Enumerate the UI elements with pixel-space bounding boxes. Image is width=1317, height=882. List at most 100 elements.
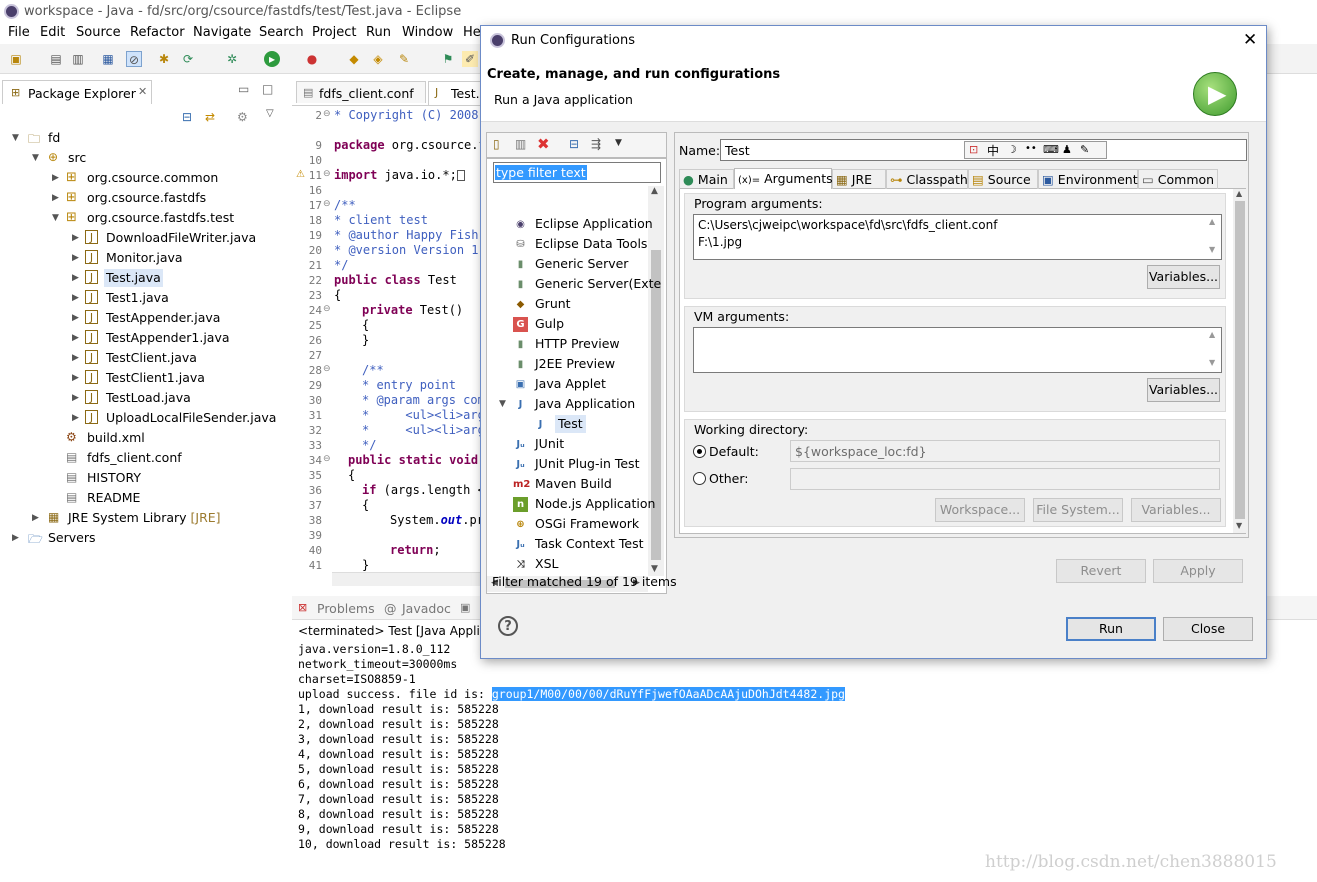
keyboard-icon[interactable]: ⌨ (1043, 143, 1059, 156)
tab-environment[interactable]: ▣ Environment (1038, 169, 1138, 189)
collapse-arrow-icon[interactable]: ▶ (72, 353, 79, 363)
duplicate-icon[interactable]: ▥ (515, 137, 526, 151)
code-line[interactable]: * <ul><li>arg (362, 408, 485, 422)
open-type-icon[interactable]: ◆ (346, 51, 362, 67)
tree-item-file[interactable]: fdfs_client.conf (87, 449, 182, 467)
config-type-item[interactable]: JUnit (535, 435, 564, 453)
vertical-scrollbar[interactable]: ▲ ▼ (648, 186, 664, 576)
menu-source[interactable]: Source (76, 25, 121, 40)
tab-main[interactable]: ● Main (679, 169, 734, 189)
code-line[interactable]: * @version Version 1. (334, 243, 486, 257)
chevron-up-icon[interactable]: ▲ (1209, 217, 1215, 226)
config-type-item[interactable]: JUnit Plug-in Test (535, 455, 639, 473)
fold-icon[interactable]: ⊖ (323, 304, 331, 314)
config-type-item[interactable]: Eclipse Data Tools (535, 235, 647, 253)
vm-variables-button[interactable]: Variables... (1147, 378, 1220, 402)
tree-item-jre[interactable]: JRE System Library [JRE] (68, 509, 221, 527)
code-line[interactable]: { (362, 318, 369, 332)
close-icon[interactable]: ✕ (1243, 30, 1257, 50)
save-icon[interactable]: ▤ (48, 51, 64, 67)
fold-icon[interactable]: ⊖ (323, 199, 331, 209)
run-icon[interactable]: ▸ (264, 51, 280, 67)
menu-edit[interactable]: Edit (40, 25, 65, 40)
program-variables-button[interactable]: Variables... (1147, 265, 1220, 289)
tree-item-file[interactable]: README (87, 489, 140, 507)
chevron-down-icon[interactable]: ▼ (615, 138, 622, 148)
chevron-down-icon[interactable]: ▼ (1236, 521, 1242, 530)
config-item-test[interactable]: Test (555, 415, 586, 433)
expand-arrow-icon[interactable]: ▼ (12, 133, 19, 143)
link-editor-icon[interactable]: ⇄ (205, 110, 215, 124)
tree-item-java-file[interactable]: TestAppender.java (106, 309, 220, 327)
vm-arguments-input[interactable]: ▲ ▼ (693, 327, 1222, 373)
code-line[interactable]: */ (362, 438, 376, 452)
menu-project[interactable]: Project (312, 25, 356, 40)
delete-icon[interactable]: ✖ (537, 135, 550, 153)
tab-arguments[interactable]: (x)= Arguments (734, 168, 833, 190)
editor-tab-conf[interactable]: ▤ fdfs_client.conf (296, 81, 426, 103)
menu-search[interactable]: Search (259, 25, 304, 40)
upload-file-id[interactable]: group1/M00/00/00/dRuYfFjwefOAaADcAAjuDOh… (491, 687, 845, 701)
chevron-up-icon[interactable]: ▲ (651, 186, 658, 196)
chevron-down-icon[interactable]: ▼ (1209, 358, 1215, 367)
chevron-down-icon[interactable]: ▼ (651, 564, 658, 574)
collapse-arrow-icon[interactable]: ▶ (72, 233, 79, 243)
highlight-icon[interactable]: ✐ (462, 51, 478, 67)
workspace-button[interactable]: Workspace... (935, 498, 1025, 522)
code-line[interactable]: /** (334, 198, 356, 212)
tab-source[interactable]: ▤ Source (968, 169, 1038, 189)
collapse-arrow-icon[interactable]: ▶ (72, 273, 79, 283)
config-type-item[interactable]: Eclipse Application (535, 215, 653, 233)
package-explorer-tab[interactable]: ⊞ Package Explorer ✕ (2, 80, 152, 104)
collapse-arrow-icon[interactable]: ▶ (52, 173, 59, 183)
user-icon[interactable]: ♟ (1062, 143, 1072, 156)
punctuation-icon[interactable]: •• (1025, 143, 1037, 154)
close-button[interactable]: Close (1163, 617, 1253, 641)
code-line[interactable]: { (362, 498, 369, 512)
working-dir-variables-button[interactable]: Variables... (1131, 498, 1221, 522)
collapse-arrow-icon[interactable]: ▶ (72, 393, 79, 403)
debug-icon[interactable]: ✲ (224, 51, 240, 67)
vertical-scrollbar[interactable]: ▲ ▼ (1233, 189, 1247, 533)
filter-icon[interactable]: ⇶ (591, 137, 601, 151)
config-type-item[interactable]: HTTP Preview (535, 335, 620, 353)
other-directory-input[interactable] (790, 468, 1220, 490)
code-line[interactable]: * entry point (362, 378, 456, 392)
chevron-up-icon[interactable]: ▲ (1209, 330, 1215, 339)
code-line[interactable]: public class Test (334, 273, 457, 287)
ime-logo-icon[interactable]: ⊡ (969, 143, 978, 156)
view-menu-icon[interactable]: ▽ (266, 108, 274, 119)
collapse-arrow-icon[interactable]: ▶ (72, 413, 79, 423)
collapse-arrow-icon[interactable]: ▶ (72, 253, 79, 263)
config-type-item[interactable]: OSGi Framework (535, 515, 639, 533)
collapse-all-icon[interactable]: ⊟ (182, 110, 192, 124)
code-line[interactable]: package org.csource.f (334, 138, 486, 152)
revert-button[interactable]: Revert (1056, 559, 1146, 583)
tree-item-java-file[interactable]: DownloadFileWriter.java (106, 229, 256, 247)
tab-common[interactable]: ▭ Common (1138, 169, 1218, 189)
fold-icon[interactable]: ⊖ (323, 364, 331, 374)
code-line[interactable]: * @author Happy Fish (334, 228, 479, 242)
menu-run[interactable]: Run (366, 25, 391, 40)
code-line[interactable]: private Test() (362, 303, 463, 317)
code-line[interactable]: import java.io.*; (334, 168, 465, 182)
code-line[interactable]: * client test (334, 213, 428, 227)
collapse-arrow-icon[interactable]: ▶ (32, 513, 39, 523)
code-line[interactable]: return; (390, 543, 441, 557)
config-type-item[interactable]: Task Context Test (535, 535, 644, 553)
code-line[interactable]: { (334, 288, 341, 302)
menu-file[interactable]: File (8, 25, 30, 40)
menu-refactor[interactable]: Refactor (130, 25, 185, 40)
tree-item-package[interactable]: org.csource.common (87, 169, 218, 187)
apply-button[interactable]: Apply (1153, 559, 1243, 583)
tab-classpath[interactable]: ⊶ Classpath (886, 169, 968, 189)
code-line[interactable]: } (362, 333, 369, 347)
chevron-up-icon[interactable]: ▲ (1236, 189, 1242, 198)
run-button[interactable]: Run (1066, 617, 1156, 641)
tree-item-file[interactable]: HISTORY (87, 469, 141, 487)
code-line[interactable]: { (348, 468, 355, 482)
code-line[interactable]: * Copyright (C) 2008 (334, 108, 479, 122)
fold-icon[interactable]: ⊖ (323, 454, 331, 464)
fold-icon[interactable]: ⊖ (323, 169, 331, 179)
horizontal-scrollbar[interactable] (332, 572, 482, 586)
